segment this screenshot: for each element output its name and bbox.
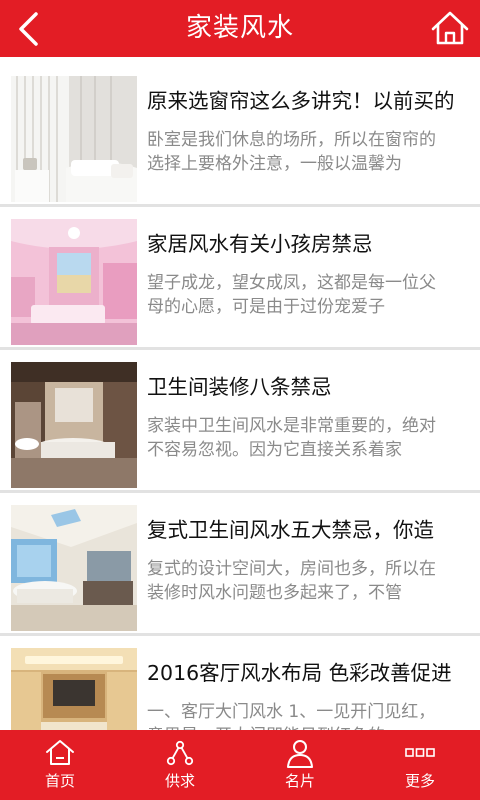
home-icon: [46, 740, 74, 765]
article-summary: 复式的设计空间大，房间也多，所以在装修时风水问题也多起来了，不管: [147, 559, 436, 603]
bottom-tab-bar: 首页 供求 名片 更多: [0, 730, 480, 800]
home-icon[interactable]: [430, 9, 470, 47]
tab-label: 首页: [44, 772, 75, 790]
tab-business-card[interactable]: 名片: [240, 730, 360, 800]
article-item[interactable]: 家居风水有关小孩房禁忌 望子成龙，望女成凤，这都是每一位父母的心愿，可是由于过份…: [0, 207, 480, 350]
article-item[interactable]: 卫生间装修八条禁忌 家装中卫生间风水是非常重要的，绝对不容易忽视。因为它直接关系…: [0, 350, 480, 493]
tab-more[interactable]: 更多: [360, 730, 480, 800]
tab-label: 名片: [284, 772, 315, 790]
tab-label: 更多: [404, 772, 435, 790]
article-title: 家居风水有关小孩房禁忌: [147, 232, 373, 256]
article-title: 原来选窗帘这么多讲究！以前买的: [147, 89, 455, 113]
article-summary: 卧室是我们休息的场所，所以在窗帘的选择上要格外注意，一般以温馨为: [147, 130, 436, 174]
article-title: 2016客厅风水布局 色彩改善促进: [147, 661, 452, 685]
page-title: 家装风水: [185, 13, 294, 43]
article-item[interactable]: 复式卫生间风水五大禁忌，你造 复式的设计空间大，房间也多，所以在装修时风水问题也…: [0, 493, 480, 636]
article-title: 卫生间装修八条禁忌: [147, 375, 332, 399]
article-summary: 家装中卫生间风水是非常重要的，绝对不容易忽视。因为它直接关系着家: [147, 416, 436, 460]
person-icon: [287, 740, 313, 768]
more-icon: [405, 748, 435, 757]
bathroom-photo: [11, 362, 137, 488]
article-summary: 一、客厅大门风水 1、一见开门见红，意思是一开大门即能见到红色的: [147, 702, 436, 730]
article-title: 复式卫生间风水五大禁忌，你造: [147, 518, 434, 542]
article-summary: 望子成龙，望女成凤，这都是每一位父母的心愿，可是由于过份宠爱子: [147, 273, 436, 317]
app-header: 家装风水: [0, 0, 480, 57]
tab-supply-demand[interactable]: 供求: [120, 730, 240, 800]
bedroom-curtain-photo: [11, 76, 137, 202]
tab-home[interactable]: 首页: [0, 730, 120, 800]
pink-kids-room-photo: [11, 219, 137, 345]
tab-label: 供求: [164, 772, 195, 790]
article-list: 原来选窗帘这么多讲究！以前买的 卧室是我们休息的场所，所以在窗帘的选择上要格外注…: [0, 57, 480, 730]
article-item[interactable]: 原来选窗帘这么多讲究！以前买的 卧室是我们休息的场所，所以在窗帘的选择上要格外注…: [0, 64, 480, 207]
article-item[interactable]: 2016客厅风水布局 色彩改善促进 一、客厅大门风水 1、一见开门见红，意思是一…: [0, 636, 480, 730]
living-room-photo: [11, 648, 137, 730]
duplex-bathroom-photo: [11, 505, 137, 631]
share-icon: [166, 740, 194, 766]
